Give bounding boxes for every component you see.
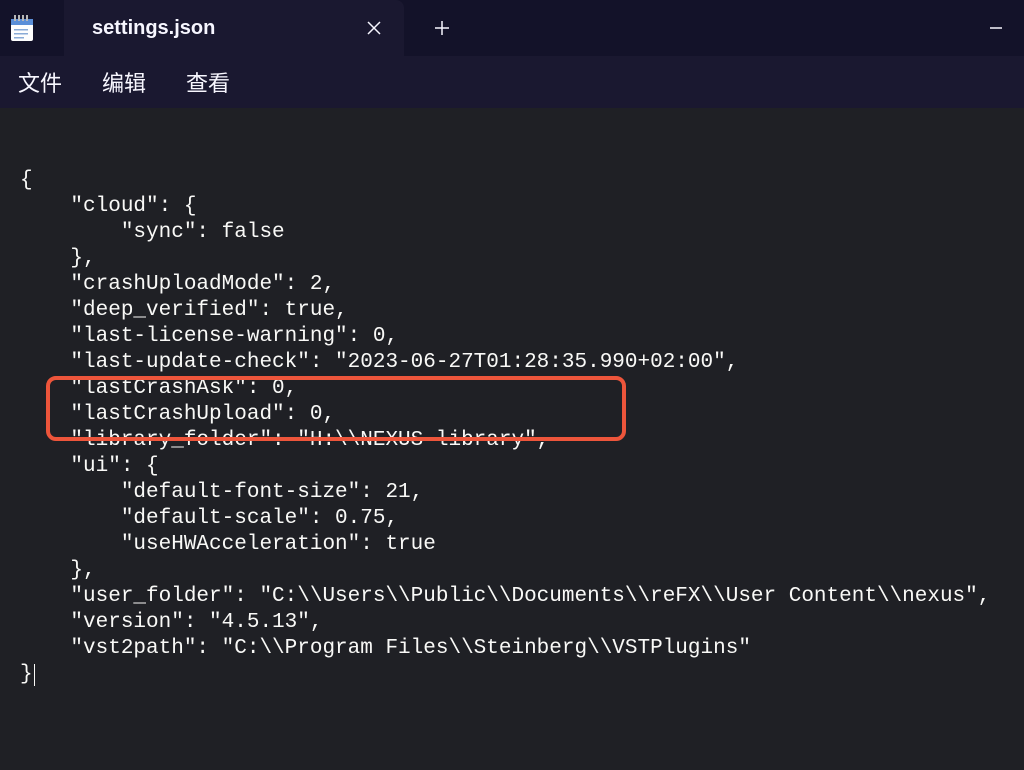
- menubar: 文件 编辑 查看: [0, 56, 1024, 108]
- code-line: {: [20, 169, 33, 192]
- code-line: "cloud": {: [20, 195, 196, 218]
- code-line: "user_folder": "C:\\Users\\Public\\Docum…: [20, 585, 990, 608]
- code-line: "last-update-check": "2023-06-27T01:28:3…: [20, 351, 738, 374]
- editor-content[interactable]: { "cloud": { "sync": false }, "crashUplo…: [0, 108, 1024, 734]
- close-tab-icon[interactable]: [362, 16, 386, 40]
- code-line: "default-font-size": 21,: [20, 481, 423, 504]
- text-cursor: [34, 664, 35, 686]
- code-line: "ui": {: [20, 455, 159, 478]
- code-line: "library_folder": "H:\\NEXUS library",: [20, 429, 549, 452]
- code-line: "lastCrashUpload": 0,: [20, 403, 335, 426]
- code-line: "version": "4.5.13",: [20, 611, 322, 634]
- code-line: "vst2path": "C:\\Program Files\\Steinber…: [20, 637, 751, 660]
- code-line: "last-license-warning": 0,: [20, 325, 398, 348]
- window-controls: [968, 0, 1024, 56]
- tab-title: settings.json: [92, 17, 362, 40]
- code-line: "deep_verified": true,: [20, 299, 348, 322]
- notepad-app-icon: [0, 0, 44, 56]
- menu-file[interactable]: 文件: [18, 66, 62, 98]
- minimize-button[interactable]: [968, 0, 1024, 56]
- code-line: "useHWAcceleration": true: [20, 533, 436, 556]
- titlebar: settings.json: [0, 0, 1024, 56]
- menu-view[interactable]: 查看: [186, 66, 230, 98]
- menu-edit[interactable]: 编辑: [102, 66, 146, 98]
- new-tab-button[interactable]: [414, 0, 470, 56]
- code-line: "lastCrashAsk": 0,: [20, 377, 297, 400]
- code-line: },: [20, 247, 96, 270]
- code-line: "sync": false: [20, 221, 285, 244]
- tab-active[interactable]: settings.json: [64, 0, 404, 56]
- code-line: }: [20, 663, 33, 686]
- code-line: },: [20, 559, 96, 582]
- code-line: "crashUploadMode": 2,: [20, 273, 335, 296]
- code-line: "default-scale": 0.75,: [20, 507, 398, 530]
